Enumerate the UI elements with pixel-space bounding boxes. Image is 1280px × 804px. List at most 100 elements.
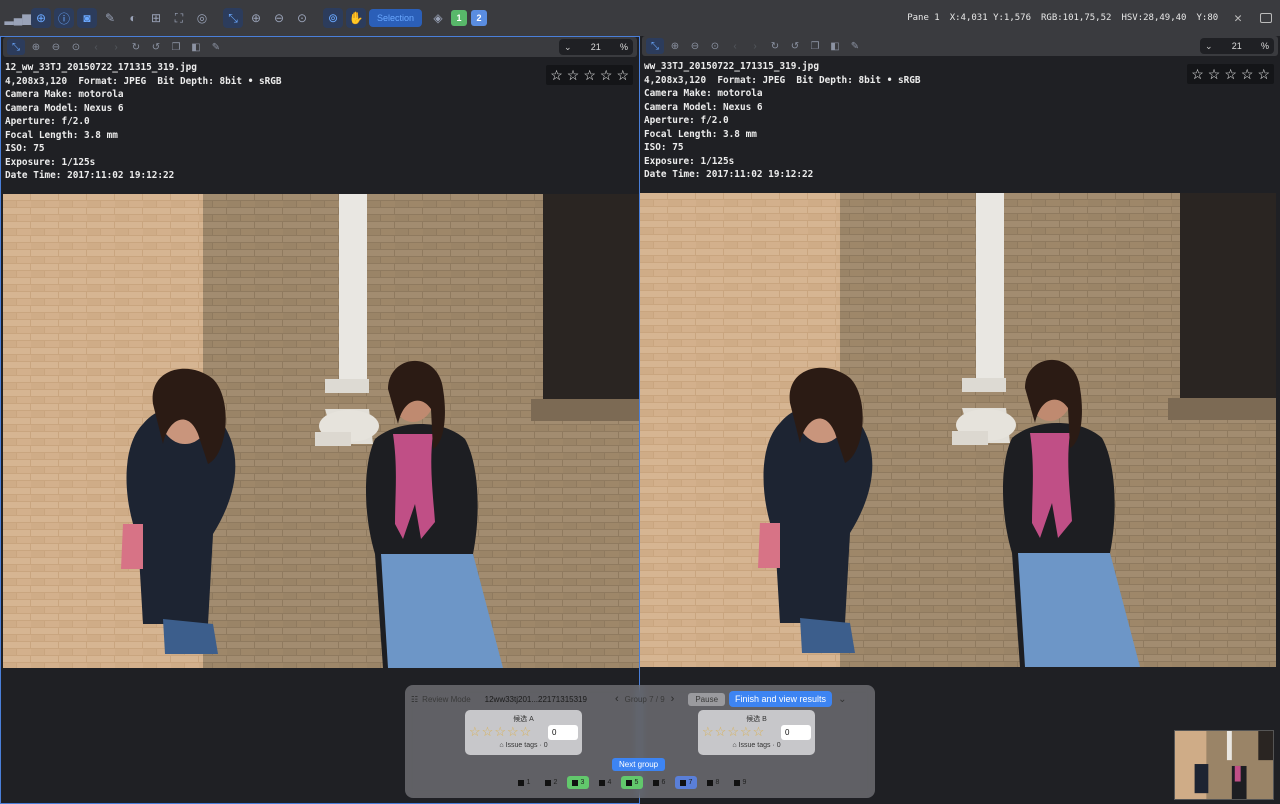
group-slot[interactable]: 8 bbox=[702, 776, 724, 789]
zoom-out-icon[interactable]: ⊖ bbox=[686, 38, 704, 54]
histogram-icon[interactable]: ▂▄▆ bbox=[5, 8, 32, 28]
rating-stars[interactable]: ☆ ☆ ☆ ☆ ☆ bbox=[1187, 64, 1274, 84]
star-icon[interactable]: ☆ bbox=[482, 725, 494, 739]
star-icon[interactable]: ☆ bbox=[1224, 66, 1237, 82]
back-icon[interactable]: ‹ bbox=[726, 38, 744, 54]
group-slots: 1 2 3 4 5 6 7 8 9 bbox=[513, 776, 751, 789]
candidate-rating[interactable]: ☆ ☆ ☆ ☆ ☆ bbox=[469, 725, 531, 739]
zoom-out-icon[interactable]: ⊖ bbox=[269, 8, 289, 28]
info-icon[interactable]: ⓘ bbox=[54, 8, 74, 28]
star-icon[interactable]: ☆ bbox=[1191, 66, 1204, 82]
star-icon[interactable]: ☆ bbox=[1208, 66, 1221, 82]
star-icon[interactable]: ☆ bbox=[600, 67, 613, 83]
star-icon[interactable]: ☆ bbox=[1257, 66, 1270, 82]
chevron-down-icon[interactable]: ⌄ bbox=[838, 694, 846, 705]
eyedropper-icon[interactable]: ✎ bbox=[207, 39, 225, 55]
crosshair-icon[interactable]: ⊕ bbox=[31, 8, 51, 28]
zoom-select[interactable]: ⌄ 21 % bbox=[559, 39, 633, 55]
minimap-thumbnail[interactable] bbox=[1174, 730, 1274, 800]
star-icon[interactable]: ☆ bbox=[469, 725, 481, 739]
pen-icon[interactable]: ✎ bbox=[100, 8, 120, 28]
close-icon[interactable]: ✕ bbox=[1234, 11, 1242, 26]
pane-1-button[interactable]: 1 bbox=[451, 10, 468, 26]
star-icon[interactable]: ☆ bbox=[507, 725, 519, 739]
forward-icon[interactable]: › bbox=[107, 39, 125, 55]
star-icon[interactable]: ☆ bbox=[494, 725, 506, 739]
meta-aperture: Aperture: f/2.0 bbox=[5, 116, 90, 127]
rotate-icon[interactable]: ↻ bbox=[127, 39, 145, 55]
group-slot[interactable]: 9 bbox=[729, 776, 751, 789]
group-slot[interactable]: 4 bbox=[594, 776, 616, 789]
rotate-icon[interactable]: ↻ bbox=[766, 38, 784, 54]
contrast-icon[interactable]: ◐ bbox=[123, 8, 143, 28]
candidate-title: 候选 A bbox=[513, 716, 534, 723]
compare-icon[interactable]: ◧ bbox=[826, 38, 844, 54]
zoom-value: 21 bbox=[1231, 41, 1242, 51]
star-icon[interactable]: ☆ bbox=[567, 67, 580, 83]
group-slot[interactable]: 5 bbox=[621, 776, 643, 789]
next-group-button[interactable]: Next group bbox=[612, 758, 666, 771]
photo-canvas[interactable] bbox=[640, 193, 1276, 667]
rotate-left-icon[interactable]: ↺ bbox=[147, 39, 165, 55]
group-slot[interactable]: 2 bbox=[540, 776, 562, 789]
star-icon[interactable]: ☆ bbox=[616, 67, 629, 83]
fit-icon[interactable]: ⤡ bbox=[223, 8, 243, 28]
meta-aperture: Aperture: f/2.0 bbox=[644, 115, 729, 126]
group-slot[interactable]: 7 bbox=[675, 776, 697, 789]
candidate-score-input[interactable]: 0 bbox=[548, 725, 578, 740]
star-icon[interactable]: ☆ bbox=[550, 67, 563, 83]
zoom-reset-icon[interactable]: ⊙ bbox=[67, 39, 85, 55]
star-icon[interactable]: ☆ bbox=[520, 725, 532, 739]
group-slot[interactable]: 3 bbox=[567, 776, 589, 789]
zoom-in-icon[interactable]: ⊕ bbox=[246, 8, 266, 28]
copy-icon[interactable]: ❐ bbox=[167, 39, 185, 55]
zoom-in-icon[interactable]: ⊕ bbox=[27, 39, 45, 55]
star-icon[interactable]: ☆ bbox=[1241, 66, 1254, 82]
finish-button[interactable]: Finish and view results bbox=[729, 691, 833, 707]
zoom-select[interactable]: ⌄ 21 % bbox=[1200, 38, 1274, 54]
grid-icon[interactable]: ⊞ bbox=[146, 8, 166, 28]
candidate-issue-tags[interactable]: ⌂ Issue tags · 0 bbox=[465, 742, 582, 749]
photo-canvas[interactable] bbox=[3, 194, 639, 668]
fullscreen-icon[interactable]: ⛶ bbox=[169, 8, 189, 28]
hand-icon[interactable]: ✋ bbox=[346, 8, 366, 28]
star-icon[interactable]: ☆ bbox=[715, 725, 727, 739]
zoom-icon[interactable]: ⊚ bbox=[323, 8, 343, 28]
fit-icon[interactable]: ⤡ bbox=[7, 39, 25, 55]
forward-icon[interactable]: › bbox=[746, 38, 764, 54]
candidate-issue-tags[interactable]: ⌂ Issue tags · 0 bbox=[698, 742, 815, 749]
candidate-rating[interactable]: ☆ ☆ ☆ ☆ ☆ bbox=[702, 725, 764, 739]
layers-icon[interactable]: ◈ bbox=[428, 8, 448, 28]
back-icon[interactable]: ‹ bbox=[87, 39, 105, 55]
prev-group-icon[interactable]: ‹ bbox=[615, 693, 619, 705]
star-icon[interactable]: ☆ bbox=[583, 67, 596, 83]
copy-icon[interactable]: ❐ bbox=[806, 38, 824, 54]
compare-icon[interactable]: ◧ bbox=[187, 39, 205, 55]
zoom-reset-icon[interactable]: ⊙ bbox=[292, 8, 312, 28]
rating-stars[interactable]: ☆ ☆ ☆ ☆ ☆ bbox=[546, 65, 633, 85]
eyedropper-icon[interactable]: ✎ bbox=[846, 38, 864, 54]
zoom-out-icon[interactable]: ⊖ bbox=[47, 39, 65, 55]
zoom-reset-icon[interactable]: ⊙ bbox=[706, 38, 724, 54]
star-icon[interactable]: ☆ bbox=[727, 725, 739, 739]
sidebar-toggle-icon[interactable] bbox=[1260, 13, 1272, 23]
candidate-score-input[interactable]: 0 bbox=[781, 725, 811, 740]
status-coords: X:4,031 Y:1,576 bbox=[949, 13, 1031, 23]
selection-button[interactable]: Selection bbox=[369, 9, 423, 27]
group-slot[interactable]: 6 bbox=[648, 776, 670, 789]
pane-2-button[interactable]: 2 bbox=[471, 10, 488, 26]
star-icon[interactable]: ☆ bbox=[740, 725, 752, 739]
group-slot[interactable]: 1 bbox=[513, 776, 535, 789]
pause-button[interactable]: Pause bbox=[688, 692, 726, 706]
meta-datetime: Date Time: 2017:11:02 19:12:22 bbox=[644, 169, 814, 180]
fit-icon[interactable]: ⤡ bbox=[646, 38, 664, 54]
camera-icon[interactable]: ◙ bbox=[77, 8, 97, 28]
zoom-in-icon[interactable]: ⊕ bbox=[666, 38, 684, 54]
next-group-icon[interactable]: › bbox=[671, 693, 675, 705]
star-icon[interactable]: ☆ bbox=[753, 725, 765, 739]
rotate-left-icon[interactable]: ↺ bbox=[786, 38, 804, 54]
meta-exposure: Exposure: 1/125s bbox=[5, 156, 96, 168]
star-icon[interactable]: ☆ bbox=[702, 725, 714, 739]
target-icon[interactable]: ◎ bbox=[192, 8, 212, 28]
status-readout: Pane 1 X:4,031 Y:1,576 RGB:101,75,52 HSV… bbox=[907, 11, 1272, 26]
